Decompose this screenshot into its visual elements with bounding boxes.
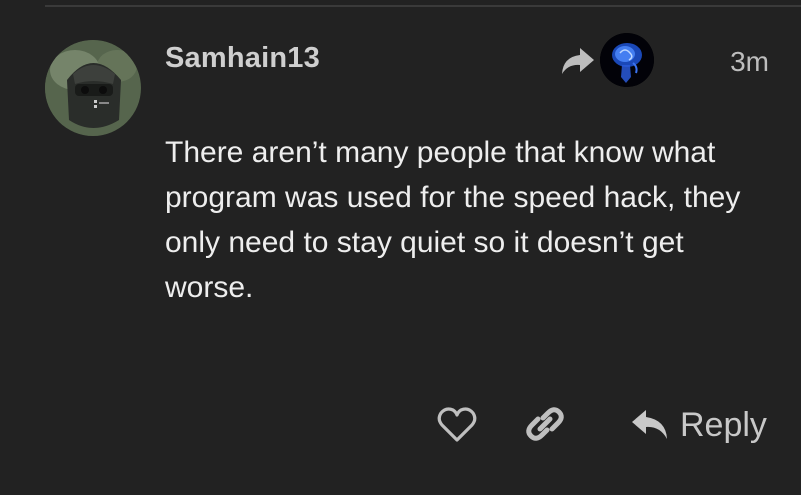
- post-body: There aren’t many people that know what …: [165, 136, 741, 304]
- like-button[interactable]: [436, 405, 478, 445]
- copy-link-button[interactable]: [523, 402, 567, 446]
- reply-arrow-icon: [632, 410, 667, 439]
- reply-to-avatar[interactable]: [600, 33, 654, 87]
- avatar-image: [45, 40, 141, 136]
- link-icon: [526, 407, 564, 441]
- top-divider: [45, 5, 801, 7]
- post-actions: Reply: [0, 400, 801, 460]
- post-container: Samhain13 3m There aren’t many people th…: [0, 0, 801, 495]
- brain-xray-icon: [600, 33, 654, 87]
- heart-icon: [437, 407, 477, 442]
- reply-button[interactable]: Reply: [630, 400, 767, 450]
- username[interactable]: Samhain13: [165, 42, 320, 75]
- reply-to-arrow-icon: [560, 45, 596, 77]
- reply-label: Reply: [680, 405, 767, 444]
- post-timestamp[interactable]: 3m: [730, 46, 769, 78]
- user-avatar[interactable]: [45, 40, 141, 136]
